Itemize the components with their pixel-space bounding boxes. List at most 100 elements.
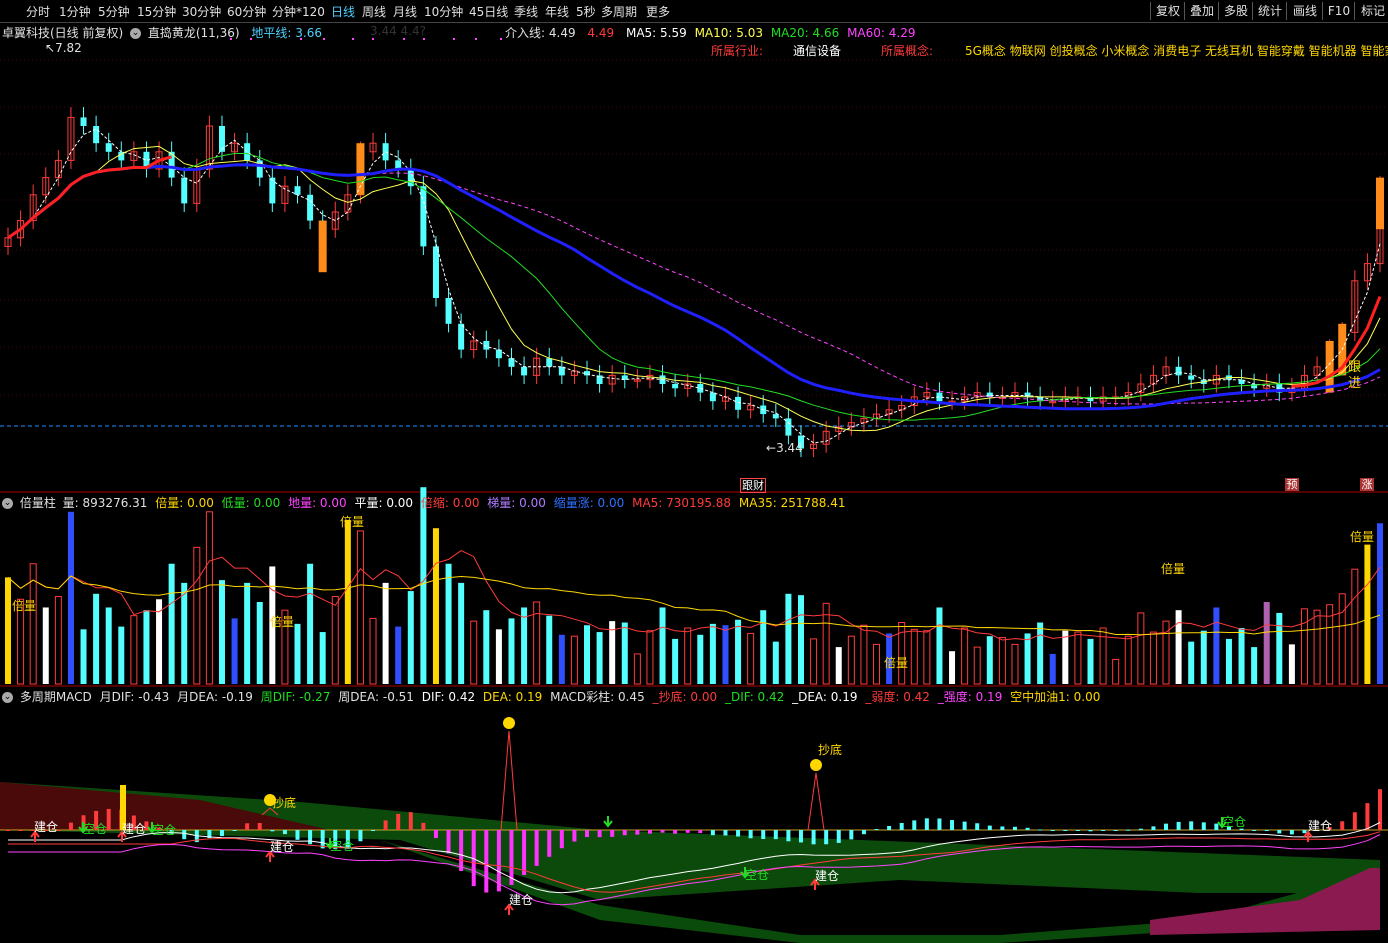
week-dea-value: 周DEA: -0.51 — [338, 690, 414, 704]
ma60-value: MA60: 4.29 — [847, 26, 916, 40]
macd-bar-90 — [1138, 828, 1143, 830]
diliang2-value: 地量: 0.00 — [288, 496, 347, 510]
indicator-dropdown-icon[interactable]: ⌄ — [130, 28, 142, 39]
high-price-mark: ↖7.82 — [45, 41, 82, 55]
vol-bar-32 — [407, 591, 414, 684]
macd-bar-92 — [1164, 823, 1169, 830]
macd-bar-22 — [282, 830, 287, 835]
candle-body-31 — [395, 160, 402, 169]
top-dot-9 — [475, 38, 477, 40]
volume-value: 量: 893276.31 — [62, 496, 148, 510]
macd-bar-103 — [1302, 830, 1307, 834]
low-price-mark: ←3.44 — [766, 441, 803, 455]
marker-caicai[interactable]: 跟财 — [740, 478, 766, 493]
macd-bar-31 — [396, 813, 401, 830]
indicator-name[interactable]: 直捣黄龙(11,36) — [148, 26, 240, 40]
candle-body-23 — [294, 186, 301, 195]
macd-bar-49 — [622, 830, 627, 836]
macd-bar-89 — [1126, 829, 1131, 831]
vol-bar-107 — [1351, 568, 1359, 685]
vol-bar-77 — [973, 646, 981, 685]
marker-zhang[interactable]: 涨 — [1360, 478, 1374, 491]
macd-bar-102 — [1289, 830, 1294, 835]
kongcang-label-3: 空仓 — [330, 839, 355, 853]
macd-dropdown-icon[interactable]: ⌄ — [2, 692, 13, 703]
macd-bar-43 — [547, 830, 552, 857]
macd-bar-100 — [1264, 830, 1269, 832]
vol-bar-88 — [1112, 658, 1120, 685]
macd-bar-55 — [698, 830, 703, 834]
macd-bar-52 — [660, 830, 665, 833]
vol-bar-61 — [772, 641, 779, 684]
chaodi-value: _抄底: 0.00 — [652, 690, 718, 704]
candle-body-8 — [105, 143, 112, 152]
kongzhong-value: 空中加油1: 0.00 — [1010, 690, 1101, 704]
marker-yu[interactable]: 预 — [1285, 478, 1299, 491]
beisuo-value: 倍缩: 0.00 — [420, 496, 480, 510]
vol-ma35-value: MA35: 251788.41 — [738, 496, 846, 510]
ground-line-value: 地平线: 3.66 — [251, 26, 322, 40]
macd-bar-72 — [912, 820, 917, 830]
macd-bar-54 — [685, 830, 690, 833]
vol-bar-103 — [1300, 608, 1308, 685]
macd-bar-106 — [1340, 821, 1345, 830]
vol-bar-91 — [1149, 631, 1157, 685]
macd-bar-73 — [924, 818, 929, 830]
macd-bar-67 — [849, 830, 854, 840]
macd-bar-42 — [534, 830, 539, 866]
candle-body-93 — [1175, 366, 1182, 376]
vol-bar-3 — [42, 607, 49, 684]
vol-bar-62 — [785, 593, 792, 684]
macd-bar-60 — [761, 830, 766, 839]
chaodi-label-1: 抄底 — [272, 796, 297, 810]
macd-bar-71 — [899, 823, 904, 830]
faint-info-text: 3.44 4.4? — [370, 24, 426, 38]
macd-bar-85 — [1075, 830, 1080, 831]
vol-bar-35 — [445, 563, 452, 684]
beiliang-label-5: 倍量 — [1161, 562, 1186, 576]
macd-bar-39 — [496, 830, 501, 892]
vol-bar-44 — [558, 634, 565, 684]
volume-dropdown-icon[interactable]: ⌄ — [2, 498, 13, 509]
macd-bar-20 — [257, 823, 262, 830]
macd-bar-40 — [509, 830, 514, 885]
dea2-value: _DEA: 0.19 — [792, 690, 858, 704]
follow-label-2: 进 — [1348, 376, 1362, 391]
vol-bar-15 — [193, 546, 201, 685]
week-ribbon-green — [0, 782, 1380, 900]
candle-body-14 — [181, 177, 188, 204]
ma10-line — [7, 145, 1381, 432]
macd-bar-68 — [861, 830, 866, 835]
macd-bar-32 — [408, 812, 413, 830]
arrow-down-icon-9 — [603, 816, 613, 828]
macd-bar-66 — [836, 830, 841, 843]
vol-bar-49 — [621, 622, 628, 684]
candle-body-19 — [244, 143, 251, 161]
vol-bar-95 — [1200, 630, 1207, 684]
vol-bar-33 — [420, 487, 427, 684]
macd-bar-45 — [572, 830, 577, 842]
candle-body-43 — [546, 358, 553, 367]
macd-bar-47 — [597, 830, 602, 838]
vol-bar-99 — [1251, 647, 1258, 684]
top-dot-7 — [423, 38, 425, 40]
ma10-value: MA10: 5.03 — [694, 26, 763, 40]
vol-bar-28 — [356, 530, 364, 685]
top-dot-5 — [372, 38, 374, 40]
macd-info-line: ⌄ 多周期MACD 月DIF: -0.43 月DEA: -0.19 周DIF: … — [2, 688, 1100, 705]
vol-bar-38 — [483, 610, 490, 684]
vol-bar-80 — [1011, 643, 1019, 685]
vol-bar-20 — [256, 602, 263, 684]
jiancang-label-1: 建仓 — [34, 820, 59, 834]
macd-bar-57 — [723, 830, 728, 836]
volume-title[interactable]: 倍量柱 — [20, 496, 56, 510]
macd-bar-86 — [1088, 830, 1093, 832]
macd-bar-65 — [824, 830, 829, 845]
vol-bar-13 — [168, 563, 175, 684]
tiliang-value: 梯量: 0.00 — [487, 496, 546, 510]
vol-bar-25 — [319, 632, 326, 684]
vol-bar-79 — [998, 637, 1006, 685]
vol-bar-10 — [130, 615, 138, 685]
macd-title[interactable]: 多周期MACD — [20, 690, 92, 704]
concept-value: 5G概念 物联网 创投概念 小米概念 消费电子 无线耳机 智能穿戴 智能机器 智… — [965, 44, 1388, 58]
